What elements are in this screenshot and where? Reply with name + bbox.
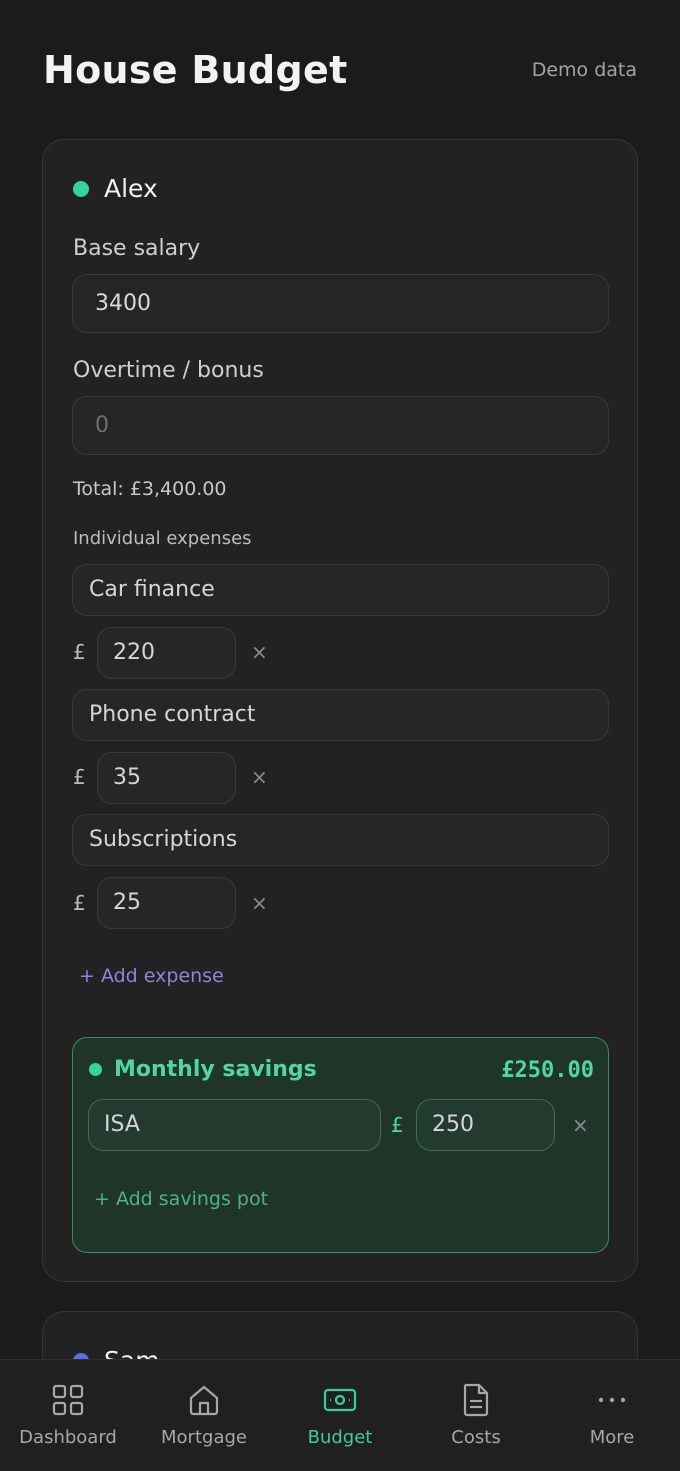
nav-item-costs[interactable]: Costs: [408, 1360, 544, 1471]
expense-amount-input[interactable]: 220: [97, 627, 236, 679]
person-name: Alex: [104, 174, 158, 203]
currency-symbol: £: [73, 765, 86, 789]
remove-expense-button[interactable]: ×: [251, 891, 268, 915]
nav-label: More: [589, 1427, 635, 1448]
base-salary-label: Base salary: [73, 236, 201, 261]
add-expense-button[interactable]: + Add expense: [79, 965, 224, 987]
base-salary-input[interactable]: 3400: [72, 274, 609, 333]
bottom-nav: Dashboard Mortgage Budget Costs More: [0, 1359, 680, 1471]
currency-symbol: £: [73, 891, 86, 915]
savings-dot: [89, 1063, 102, 1076]
person-header: Alex: [73, 174, 158, 203]
savings-pot-amount-input[interactable]: 250: [416, 1099, 555, 1151]
expense-amount-input[interactable]: 25: [97, 877, 236, 929]
add-savings-pot-button[interactable]: + Add savings pot: [94, 1188, 268, 1210]
currency-symbol: £: [391, 1113, 404, 1137]
expense-name-input[interactable]: Phone contract: [72, 689, 609, 741]
document-icon: [463, 1383, 489, 1417]
nav-item-dashboard[interactable]: Dashboard: [0, 1360, 136, 1471]
demo-data-link[interactable]: Demo data: [532, 59, 637, 81]
home-icon: [189, 1385, 219, 1416]
person-card-alex: Alex Base salary 3400 Overtime / bonus 0…: [42, 139, 638, 1282]
savings-total: £250.00: [501, 1058, 594, 1083]
currency-symbol: £: [73, 640, 86, 664]
remove-savings-pot-button[interactable]: ×: [572, 1113, 589, 1137]
savings-title: Monthly savings: [114, 1057, 317, 1082]
remove-expense-button[interactable]: ×: [251, 765, 268, 789]
page-title: House Budget: [43, 48, 348, 92]
expense-name-input[interactable]: Car finance: [72, 564, 609, 616]
expense-amount-input[interactable]: 35: [97, 752, 236, 804]
nav-item-more[interactable]: More: [544, 1360, 680, 1471]
page-header: House Budget Demo data: [43, 40, 637, 100]
person-color-dot: [73, 180, 89, 197]
nav-item-budget[interactable]: Budget: [272, 1360, 408, 1471]
ellipsis-icon: [598, 1397, 626, 1403]
overtime-label: Overtime / bonus: [73, 358, 264, 383]
nav-label: Costs: [451, 1427, 501, 1448]
expense-name-input[interactable]: Subscriptions: [72, 814, 609, 866]
savings-pot-name-input[interactable]: ISA: [88, 1099, 381, 1151]
monthly-savings-panel: Monthly savings £250.00 ISA £ 250 × + Ad…: [72, 1037, 609, 1253]
nav-label: Budget: [307, 1427, 373, 1448]
savings-header: Monthly savings: [89, 1057, 317, 1082]
nav-item-mortgage[interactable]: Mortgage: [136, 1360, 272, 1471]
income-total: Total: £3,400.00: [73, 478, 227, 500]
remove-expense-button[interactable]: ×: [251, 640, 268, 664]
banknote-icon: [323, 1388, 357, 1412]
overtime-input[interactable]: 0: [72, 396, 609, 455]
nav-label: Mortgage: [161, 1427, 247, 1448]
nav-label: Dashboard: [19, 1427, 117, 1448]
expenses-section-label: Individual expenses: [73, 528, 252, 549]
grid-icon: [52, 1384, 84, 1416]
